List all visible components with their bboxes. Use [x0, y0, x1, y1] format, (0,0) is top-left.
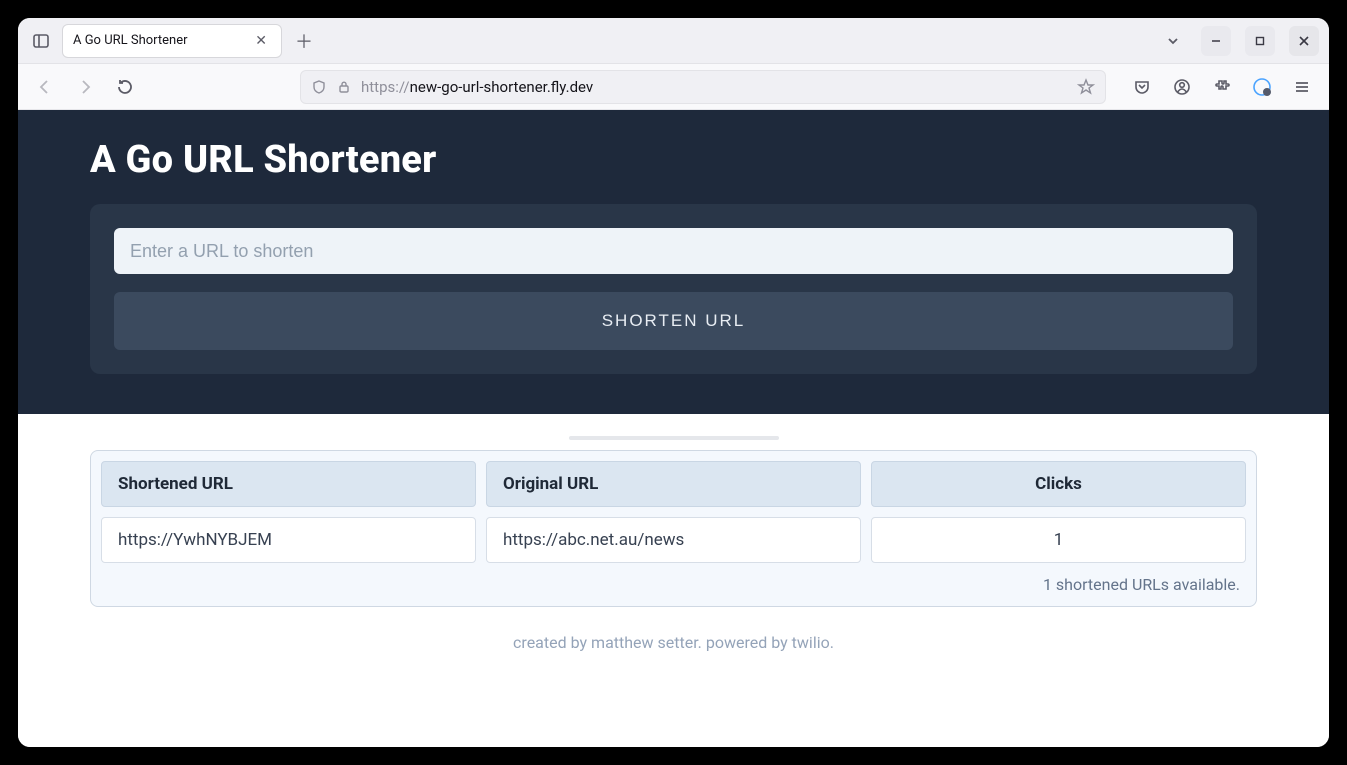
- cell-clicks: 1: [871, 517, 1246, 563]
- back-button[interactable]: [30, 72, 60, 102]
- minimize-button[interactable]: [1201, 26, 1231, 56]
- app-menu-icon[interactable]: [1287, 72, 1317, 102]
- reload-button[interactable]: [110, 72, 140, 102]
- titlebar: A Go URL Shortener ✕ ＋: [18, 18, 1329, 64]
- sidebar-toggle-icon[interactable]: [28, 28, 54, 54]
- hero-section: A Go URL Shortener SHORTEN URL: [18, 110, 1329, 414]
- cell-shortened-url[interactable]: https://YwhNYBJEM: [101, 517, 476, 563]
- results-panel: Shortened URL Original URL Clicks https:…: [90, 450, 1257, 607]
- forward-button[interactable]: [70, 72, 100, 102]
- tab-title: A Go URL Shortener: [73, 33, 188, 48]
- shorten-card: SHORTEN URL: [90, 204, 1257, 374]
- col-header-original: Original URL: [486, 461, 861, 507]
- pocket-icon[interactable]: [1127, 72, 1157, 102]
- address-bar[interactable]: https://new-go-url-shortener.fly.dev: [300, 70, 1106, 104]
- cell-original-url[interactable]: https://abc.net.au/news: [486, 517, 861, 563]
- shorten-button[interactable]: SHORTEN URL: [114, 292, 1233, 350]
- section-divider: [18, 414, 1329, 450]
- toolbar: https://new-go-url-shortener.fly.dev: [18, 64, 1329, 110]
- profile-badge-icon[interactable]: [1247, 72, 1277, 102]
- extensions-icon[interactable]: [1207, 72, 1237, 102]
- bookmark-star-icon[interactable]: [1077, 78, 1095, 96]
- new-tab-button[interactable]: ＋: [290, 27, 318, 55]
- page-title: A Go URL Shortener: [90, 138, 1257, 182]
- url-text: https://new-go-url-shortener.fly.dev: [361, 78, 593, 96]
- footer-credit: created by matthew setter. powered by tw…: [18, 625, 1329, 676]
- all-tabs-dropdown-icon[interactable]: [1159, 27, 1187, 55]
- close-tab-icon[interactable]: ✕: [251, 32, 271, 50]
- maximize-button[interactable]: [1245, 26, 1275, 56]
- url-input[interactable]: [114, 228, 1233, 274]
- col-header-clicks: Clicks: [871, 461, 1246, 507]
- lock-icon[interactable]: [337, 80, 351, 94]
- page-viewport: A Go URL Shortener SHORTEN URL Shortened…: [18, 110, 1329, 747]
- browser-window: A Go URL Shortener ✕ ＋: [18, 18, 1329, 747]
- shield-icon[interactable]: [311, 79, 327, 95]
- browser-tab[interactable]: A Go URL Shortener ✕: [62, 24, 282, 58]
- close-window-button[interactable]: [1289, 26, 1319, 56]
- results-footer: 1 shortened URLs available.: [101, 563, 1246, 596]
- col-header-shortened: Shortened URL: [101, 461, 476, 507]
- account-icon[interactable]: [1167, 72, 1197, 102]
